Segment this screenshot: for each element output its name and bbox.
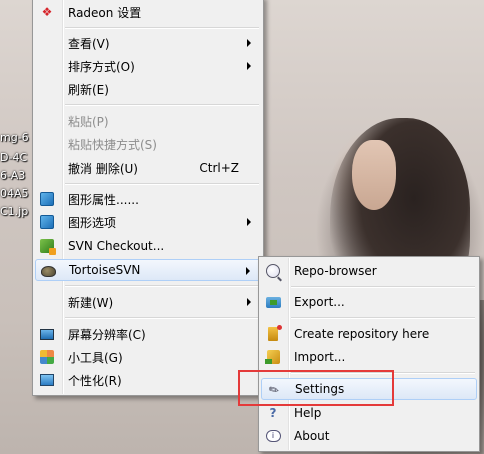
- menu-item-sort-by[interactable]: 排序方式(O): [35, 55, 261, 77]
- menu-item-label: 图形选项: [68, 215, 117, 230]
- menu-item-label: About: [294, 429, 330, 443]
- svn-checkout-icon: [39, 238, 56, 255]
- menu-item-graphics-properties[interactable]: 图形属性......: [35, 188, 261, 210]
- menu-item-label: Help: [294, 406, 322, 420]
- submenu-item-create-repository[interactable]: Create repository here: [261, 323, 477, 345]
- menu-separator: [65, 317, 259, 319]
- menu-item-view[interactable]: 查看(V): [35, 32, 261, 54]
- menu-separator: [65, 285, 259, 287]
- desktop-icon-label[interactable]: C1.jp: [0, 206, 28, 218]
- personalize-icon: [39, 372, 55, 388]
- menu-item-label: Create repository here: [294, 327, 430, 341]
- menu-separator: [291, 317, 475, 319]
- monitor-icon: [39, 326, 55, 342]
- graphics-options-icon: [39, 214, 55, 230]
- menu-item-personalize[interactable]: 个性化(R): [35, 369, 261, 391]
- menu-item-svn-checkout[interactable]: SVN Checkout...: [35, 235, 261, 257]
- submenu-item-import[interactable]: Import...: [261, 346, 477, 368]
- menu-item-label: Import...: [294, 350, 346, 364]
- menu-item-label: 小工具(G): [68, 350, 123, 365]
- repo-browser-icon: [265, 263, 281, 279]
- desktop-context-menu: ❖ Radeon 设置 查看(V) 排序方式(O) 刷新(E) 粘贴(P) 粘贴…: [32, 0, 264, 396]
- menu-item-label: Radeon 设置: [68, 5, 142, 20]
- menu-item-label: 粘贴快捷方式(S): [68, 137, 157, 152]
- menu-item-label: 排序方式(O): [68, 59, 135, 74]
- menu-item-tortoisesvn[interactable]: TortoiseSVN: [35, 259, 261, 281]
- menu-item-label: 刷新(E): [68, 82, 109, 97]
- menu-item-label: 屏幕分辨率(C): [68, 327, 146, 342]
- about-icon: i: [265, 428, 281, 444]
- desktop-icon-label[interactable]: mg-6: [0, 132, 29, 144]
- menu-separator: [65, 183, 259, 185]
- chevron-right-icon: [247, 39, 251, 47]
- menu-item-gadgets[interactable]: 小工具(G): [35, 346, 261, 368]
- gadgets-icon: [39, 349, 55, 365]
- import-icon: [264, 349, 281, 365]
- menu-item-label: Repo-browser: [294, 264, 377, 278]
- chevron-right-icon: [247, 298, 251, 306]
- annotation-highlight-box: [238, 370, 394, 406]
- menu-item-label: 查看(V): [68, 36, 110, 51]
- menu-item-undo-delete[interactable]: 撤消 删除(U) Ctrl+Z: [35, 157, 261, 179]
- menu-item-paste-shortcut: 粘贴快捷方式(S): [35, 133, 261, 155]
- menu-item-label: 个性化(R): [68, 373, 122, 388]
- tortoisesvn-submenu: Repo-browser Export... Create repository…: [258, 256, 480, 452]
- wallpaper-figure-face: [352, 140, 396, 210]
- menu-item-refresh[interactable]: 刷新(E): [35, 78, 261, 100]
- radeon-icon: ❖: [41, 5, 53, 19]
- desktop-icon-label[interactable]: D-4C: [0, 152, 27, 164]
- create-repository-icon: [265, 325, 282, 342]
- menu-item-label: 粘贴(P): [68, 114, 109, 129]
- menu-item-label: 新建(W): [68, 295, 114, 310]
- tortoisesvn-icon: [40, 263, 56, 279]
- chevron-right-icon: [246, 267, 250, 275]
- desktop-icon-label[interactable]: 6-A3: [0, 170, 25, 182]
- menu-separator: [65, 104, 259, 106]
- graphics-properties-icon: [39, 191, 55, 207]
- menu-item-graphics-options[interactable]: 图形选项: [35, 211, 261, 233]
- menu-separator: [65, 27, 259, 29]
- chevron-right-icon: [247, 62, 251, 70]
- menu-item-paste: 粘贴(P): [35, 110, 261, 132]
- menu-item-radeon-settings[interactable]: ❖ Radeon 设置: [35, 1, 261, 23]
- menu-item-label: 撤消 删除(U): [68, 161, 138, 176]
- menu-item-label: SVN Checkout...: [68, 239, 165, 253]
- menu-separator: [291, 286, 475, 288]
- submenu-item-about[interactable]: i About: [261, 425, 477, 447]
- submenu-item-export[interactable]: Export...: [261, 291, 477, 313]
- menu-item-label: TortoiseSVN: [69, 263, 141, 277]
- help-icon: ?: [269, 406, 277, 420]
- menu-item-label: Export...: [294, 295, 345, 309]
- shortcut-label: Ctrl+Z: [199, 161, 239, 175]
- desktop-icon-label[interactable]: 04A5: [0, 188, 29, 200]
- menu-item-screen-resolution[interactable]: 屏幕分辨率(C): [35, 323, 261, 345]
- menu-item-new[interactable]: 新建(W): [35, 291, 261, 313]
- submenu-item-repo-browser[interactable]: Repo-browser: [261, 260, 477, 282]
- chevron-right-icon: [247, 218, 251, 226]
- export-icon: [265, 294, 281, 310]
- menu-item-label: 图形属性......: [68, 192, 139, 207]
